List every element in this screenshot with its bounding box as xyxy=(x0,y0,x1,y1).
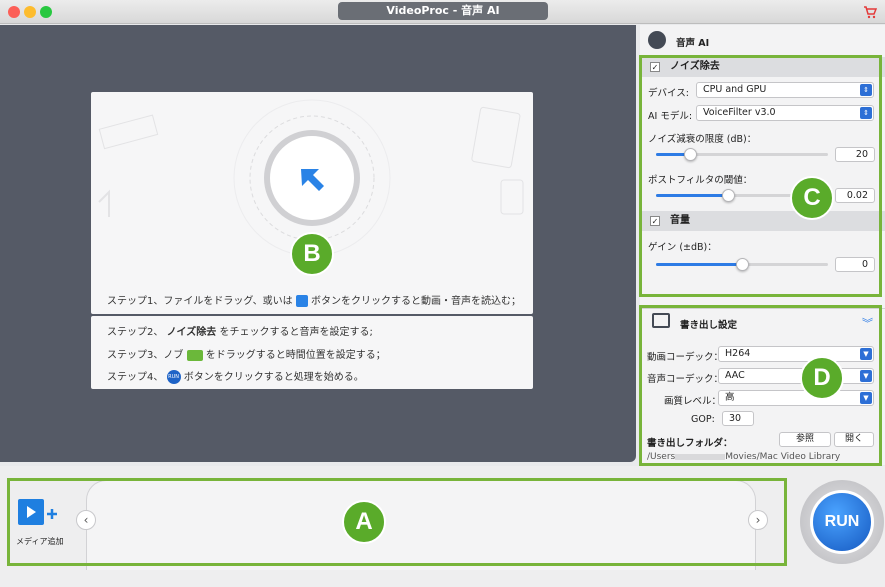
marker-a: A xyxy=(342,500,386,544)
noise-settings-highlight xyxy=(639,55,882,297)
close-window-button[interactable] xyxy=(8,6,20,18)
step-2: ステップ2、 ノイズ除去 をチェックすると音声を設定する; xyxy=(107,327,373,338)
panel-title: 音声 AI xyxy=(676,38,710,49)
media-bar-highlight xyxy=(7,478,787,566)
zoom-window-button[interactable] xyxy=(40,6,52,18)
knob-icon xyxy=(186,349,203,361)
export-settings-highlight xyxy=(639,305,882,466)
cart-icon[interactable] xyxy=(863,5,877,19)
run-button[interactable]: RUN xyxy=(810,490,874,554)
step-1: ステップ1、ファイルをドラッグ、或いは ボタンをクリックすると動画・音声を読込む… xyxy=(107,295,522,307)
audio-ai-icon xyxy=(648,31,666,49)
drop-zone-graphic xyxy=(98,99,524,257)
add-media-inline-icon xyxy=(295,295,308,307)
instruction-card[interactable]: ステップ1、ファイルをドラッグ、或いは ボタンをクリックすると動画・音声を読込む… xyxy=(91,92,533,314)
window-title: VideoProc - 音声 AI xyxy=(338,2,548,20)
step-4: ステップ4、 RUN ボタンをクリックすると処理を始める。 xyxy=(107,370,364,384)
title-bar: VideoProc - 音声 AI xyxy=(0,0,885,24)
instruction-steps: ステップ2、 ノイズ除去 をチェックすると音声を設定する; ステップ3、ノブ を… xyxy=(91,316,533,389)
marker-c: C xyxy=(790,176,834,220)
run-inline-icon: RUN xyxy=(166,370,181,384)
minimize-window-button[interactable] xyxy=(24,6,36,18)
step-3: ステップ3、ノブ をドラッグすると時間位置を設定する； xyxy=(107,349,386,361)
marker-b: B xyxy=(290,232,334,276)
marker-d: D xyxy=(800,356,844,400)
